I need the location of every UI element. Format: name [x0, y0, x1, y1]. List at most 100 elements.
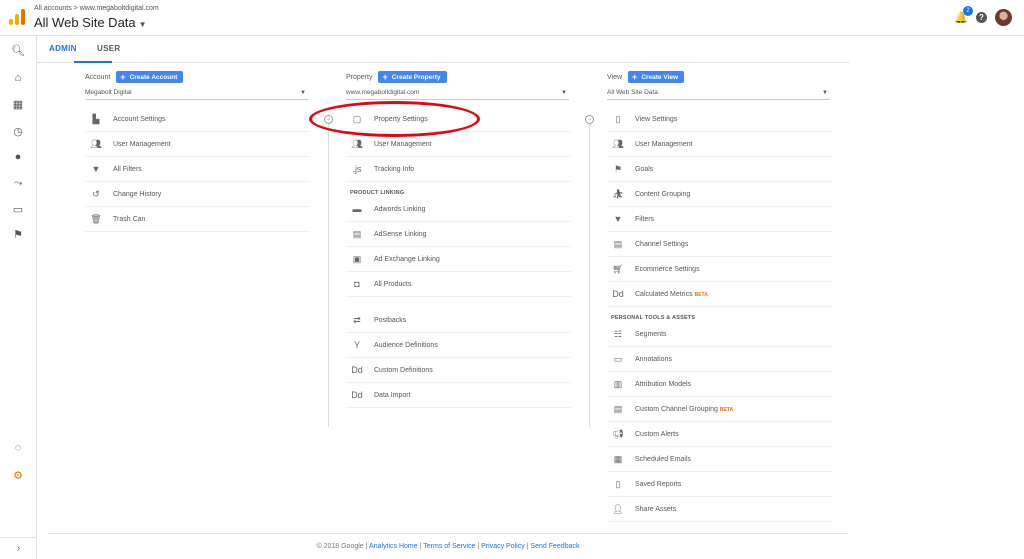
adwords-icon: ▬ [352, 204, 362, 214]
account-label: Account [85, 73, 111, 81]
trash-can-item[interactable]: 🗑︎ Trash Can [85, 207, 310, 232]
filter-icon: ▼ [613, 214, 623, 224]
scheduled-emails-item[interactable]: ▦ Scheduled Emails [607, 447, 832, 472]
postback-icon: ⇄ [353, 314, 361, 325]
document-icon: ▯ [615, 113, 621, 124]
segments-item[interactable]: ☷ Segments [607, 322, 832, 347]
column-divider [328, 117, 329, 427]
privacy-link[interactable]: Privacy Policy [481, 543, 525, 550]
avatar[interactable] [995, 9, 1012, 26]
tab-user[interactable]: USER [97, 44, 120, 53]
person-walking-icon: ⛹︎ [612, 188, 624, 199]
filter-icon: ▼ [91, 164, 101, 174]
channel-icon: ▤ [613, 238, 623, 249]
send-feedback-link[interactable]: Send Feedback [530, 543, 579, 550]
clock-icon[interactable]: ◷ [0, 120, 36, 142]
content-grouping-item[interactable]: ⛹︎ Content Grouping [607, 182, 832, 207]
analytics-home-link[interactable]: Analytics Home [369, 543, 418, 550]
product-linking-heading: PRODUCT LINKING [350, 190, 405, 196]
postbacks-item[interactable]: ⇄ Postbacks [346, 308, 571, 333]
custom-definitions-item[interactable]: Dd Custom Definitions [346, 358, 571, 383]
account-settings-item[interactable]: ▙ Account Settings [85, 107, 310, 132]
attribution-models-item[interactable]: ▥ Attribution Models [607, 372, 832, 397]
dd-icon: Dd [612, 289, 624, 299]
bar-chart-icon: ▥ [613, 378, 623, 389]
beta-badge: BETA [694, 291, 708, 298]
breadcrumb[interactable]: All accounts > www.megaboltdigital.com [34, 5, 159, 12]
people-icon: 👥︎ [90, 138, 102, 149]
channel-icon: ▤ [613, 403, 623, 414]
expand-nav-icon[interactable]: › [0, 537, 37, 559]
page-title: All Web Site Data [34, 15, 136, 30]
cart-icon: 🛒︎ [612, 263, 624, 274]
property-label: Property [346, 73, 373, 81]
adwords-linking-item[interactable]: ▬ Adwords Linking [346, 197, 571, 222]
create-account-button[interactable]: + Create Account [116, 71, 184, 83]
create-view-button[interactable]: + Create View [628, 71, 685, 83]
adsense-linking-item[interactable]: ▤ AdSense Linking [346, 222, 571, 247]
ad-exchange-linking-item[interactable]: ▣ Ad Exchange Linking [346, 247, 571, 272]
filters-item[interactable]: ▼ Filters [607, 207, 832, 232]
annotations-item[interactable]: ▭ Annotations [607, 347, 832, 372]
dropdown-icon: ▼ [561, 90, 567, 96]
tab-admin[interactable]: ADMIN [49, 44, 77, 53]
help-icon[interactable]: ? [976, 12, 987, 23]
person-add-icon: 👤︎ [612, 503, 624, 514]
js-icon: .js [352, 164, 362, 174]
saved-reports-item[interactable]: ▯ Saved Reports [607, 472, 832, 497]
audience-definitions-item[interactable]: Y Audience Definitions [346, 333, 571, 358]
view-selector[interactable]: All Web Site Data ▼ [607, 87, 830, 100]
view-settings-item[interactable]: ▯ View Settings [607, 107, 832, 132]
person-icon[interactable]: ● [0, 146, 36, 168]
property-selector[interactable]: www.megaboltdigital.com ▼ [346, 87, 569, 100]
adsense-icon: ▤ [352, 228, 362, 239]
notification-badge: 2 [963, 6, 973, 16]
top-bar: All accounts > www.megaboltdigital.com A… [0, 0, 1024, 36]
dd-icon: Dd [351, 365, 363, 375]
lightbulb-icon[interactable]: ◌ [0, 437, 36, 459]
dashboard-icon[interactable]: ▦ [0, 93, 36, 115]
history-icon: ↺ [92, 188, 100, 199]
property-view-selector[interactable]: All Web Site Data ▼ [34, 15, 147, 30]
all-filters-item[interactable]: ▼ All Filters [85, 157, 310, 182]
search-icon[interactable]: 🔍︎ [0, 39, 36, 61]
tab-bar: ADMIN USER [37, 36, 849, 63]
account-selector[interactable]: Megabolt Digital ▼ [85, 87, 308, 100]
products-icon: ◘ [354, 279, 360, 289]
custom-channel-grouping-item[interactable]: ▤ Custom Channel Grouping BETA [607, 397, 832, 422]
comment-icon: ▭ [613, 353, 623, 364]
segments-icon: ☷ [613, 328, 623, 339]
tracking-info-item[interactable]: .js Tracking Info [346, 157, 571, 182]
account-user-management-item[interactable]: 👥︎ User Management [85, 132, 310, 157]
terms-link[interactable]: Terms of Service [423, 543, 475, 550]
ecommerce-settings-item[interactable]: 🛒︎ Ecommerce Settings [607, 257, 832, 282]
plus-icon: + [382, 72, 388, 82]
analytics-logo[interactable] [9, 9, 25, 25]
calendar-icon: ▦ [613, 453, 623, 464]
behavior-icon[interactable]: ▭ [0, 198, 36, 220]
dropdown-icon: ▼ [300, 90, 306, 96]
share-assets-item[interactable]: 👤︎ Share Assets [607, 497, 832, 522]
column-divider [589, 117, 590, 427]
left-nav: 🔍︎ ⌂ ▦ ◷ ● ⤳ ▭ ⚑ ◌ ⚙ › [0, 36, 37, 559]
view-label: View [607, 73, 623, 81]
bell-icon[interactable]: 🔔 2 [954, 6, 973, 24]
dropdown-icon: ▼ [822, 90, 828, 96]
flag-icon[interactable]: ⚑ [0, 223, 36, 245]
goals-item[interactable]: ⚑ Goals [607, 157, 832, 182]
trash-icon: 🗑︎ [90, 213, 102, 224]
all-products-item[interactable]: ◘ All Products [346, 272, 571, 297]
custom-alerts-item[interactable]: 📢︎ Custom Alerts [607, 422, 832, 447]
acquisition-icon[interactable]: ⤳ [0, 172, 36, 194]
create-property-button[interactable]: + Create Property [378, 71, 447, 83]
view-user-management-item[interactable]: 👥︎ User Management [607, 132, 832, 157]
data-import-item[interactable]: Dd Data Import [346, 383, 571, 408]
gear-icon[interactable]: ⚙ [0, 464, 36, 486]
home-icon[interactable]: ⌂ [0, 67, 36, 89]
people-icon: 👥︎ [351, 138, 363, 149]
channel-settings-item[interactable]: ▤ Channel Settings [607, 232, 832, 257]
footer: © 2018 Google | Analytics Home | Terms o… [48, 533, 848, 559]
arrow-right-icon: → [585, 115, 594, 124]
change-history-item[interactable]: ↺ Change History [85, 182, 310, 207]
calculated-metrics-item[interactable]: Dd Calculated Metrics BETA [607, 282, 832, 307]
